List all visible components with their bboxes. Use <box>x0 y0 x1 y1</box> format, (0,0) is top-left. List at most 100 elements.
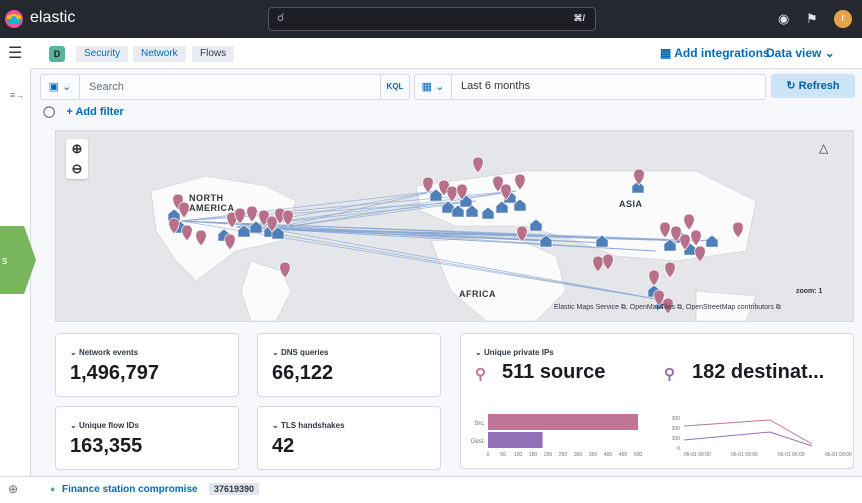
network-events-card: ⌄ Network events 1,496,797 <box>55 333 239 397</box>
timeline-count-badge: 37619390 <box>209 483 260 495</box>
dns-queries-value: 66,122 <box>272 362 334 384</box>
help-icon[interactable]: ◉ <box>778 11 789 27</box>
bar-src[interactable] <box>488 414 638 430</box>
bar-x-tick: 350 <box>589 452 598 458</box>
breadcrumb-security[interactable]: Security <box>76 46 129 62</box>
warning-icon[interactable]: △ <box>819 141 828 155</box>
zoom-controls: ⊕ ⊖ <box>66 139 88 179</box>
bar-x-tick: 100 <box>514 452 523 458</box>
tls-handshakes-card: ⌄ TLS handshakes 42 <box>257 406 441 470</box>
news-feed-icon[interactable]: ⚑ <box>806 11 818 27</box>
bar-x-tick: 450 <box>619 452 628 458</box>
source-pin-marker[interactable] <box>592 255 604 273</box>
saved-query-icon[interactable]: ▣ ⌄ <box>41 75 80 99</box>
search-shortcut: ⌘/ <box>573 13 585 23</box>
integrations-icon: ▦ <box>660 46 672 60</box>
line-x-tick: 06-01 00:00 <box>684 452 711 458</box>
unique-flow-ids-title: Unique flow IDs <box>78 421 139 430</box>
search-icon: ☌ <box>277 12 285 24</box>
app-header: ☰ D Security Network Flows ▦ Add integra… <box>0 38 862 69</box>
unique-private-ips-label[interactable]: ⌄ Unique private IPs <box>475 348 554 357</box>
elastic-logo-icon[interactable] <box>4 9 24 29</box>
destination-pin-icon: ⚲ <box>664 366 675 383</box>
top-nav-bar: elastic ☌ ⌘/ ◉ ⚑ r <box>0 0 862 38</box>
expand-sidebar-icon[interactable]: ≡→ <box>10 90 24 100</box>
add-filter-button[interactable]: + Add filter <box>66 106 123 118</box>
line-x-tick: 06-01 03:00 <box>731 452 758 458</box>
side-callout-tab[interactable]: s <box>0 226 36 294</box>
source-pin-marker[interactable] <box>472 156 484 174</box>
ips-line-chart: 300 200 100 0 06-01 00:00 06-01 03:00 06-01 06… <box>672 416 852 458</box>
zoom-out-button[interactable]: ⊖ <box>66 159 88 179</box>
network-events-label[interactable]: ⌄ Network events <box>70 348 138 357</box>
date-range-text[interactable]: Last 6 months <box>461 80 530 92</box>
bar-category-label: Dest. <box>471 439 485 445</box>
refresh-icon: ↻ <box>786 80 796 92</box>
bar-x-tick: 500 <box>634 452 643 458</box>
timeline-title[interactable]: Finance station compromise <box>62 484 198 495</box>
filter-icon[interactable]: ◯ <box>43 106 55 118</box>
line-series-source[interactable] <box>683 419 813 445</box>
data-view-button[interactable]: Data view ⌄ <box>766 46 835 60</box>
map-canvas[interactable] <box>56 131 853 321</box>
search-input[interactable] <box>87 78 371 96</box>
dns-queries-title: DNS queries <box>280 348 329 357</box>
line-y-tick: 0 <box>677 446 680 452</box>
user-avatar[interactable]: r <box>834 10 852 28</box>
dns-queries-label[interactable]: ⌄ DNS queries <box>272 348 329 357</box>
add-integrations-label: Add integrations <box>674 46 770 60</box>
bar-x-tick: 300 <box>574 452 583 458</box>
query-bar: ▣ ⌄ KQL <box>40 74 410 100</box>
dns-queries-card: ⌄ DNS queries 66,122 <box>257 333 441 397</box>
add-integrations-button[interactable]: ▦ Add integrations <box>660 46 770 60</box>
line-x-tick: 06-01 09:00 <box>825 452 852 458</box>
timeline-bar: ⊕ ● Finance station compromise 37619390 <box>0 476 862 503</box>
date-picker[interactable]: ▦ ⌄ Last 6 months <box>414 74 766 100</box>
bar-x-tick: 0 <box>487 452 490 458</box>
tls-handshakes-value: 42 <box>272 435 295 457</box>
side-tab-label: s <box>2 255 8 267</box>
chevron-down-icon: ⌄ <box>824 46 835 60</box>
zoom-level: zoom: 1 <box>796 288 823 295</box>
source-pin-marker[interactable] <box>602 253 614 271</box>
unique-flow-ids-card: ⌄ Unique flow IDs 163,355 <box>55 406 239 470</box>
unique-flow-ids-label[interactable]: ⌄ Unique flow IDs <box>70 421 139 430</box>
line-y-tick: 300 <box>672 416 681 422</box>
brand-name[interactable]: elastic <box>30 9 75 27</box>
line-y-tick: 200 <box>672 426 681 432</box>
kql-toggle[interactable]: KQL <box>380 75 409 99</box>
bar-x-tick: 400 <box>604 452 613 458</box>
line-series-destination[interactable] <box>683 431 813 447</box>
calendar-icon[interactable]: ▦ ⌄ <box>415 75 452 99</box>
source-pin-icon: ⚲ <box>475 366 486 383</box>
unique-flow-ids-value: 163,355 <box>70 435 143 457</box>
space-badge[interactable]: D <box>49 46 65 62</box>
filter-row: ◯ + Add filter <box>43 105 124 118</box>
breadcrumb-network[interactable]: Network <box>133 46 186 62</box>
destination-ips-value: 182 destinat... <box>692 361 825 383</box>
breadcrumb-flows: Flows <box>192 46 235 62</box>
add-timeline-icon[interactable]: ⊕ <box>8 482 18 496</box>
bar-x-tick: 200 <box>544 452 553 458</box>
line-y-tick: 100 <box>672 436 681 442</box>
bar-x-tick: 250 <box>559 452 568 458</box>
network-events-value: 1,496,797 <box>70 362 159 384</box>
data-view-label: Data view <box>766 46 822 60</box>
ips-bar-chart: Src. Dest. 0 50 100 150 200 250 300 350 400 450 500 <box>471 414 643 458</box>
refresh-button[interactable]: ↻ Refresh <box>771 74 855 98</box>
map-attribution[interactable]: Elastic Maps Service ⧉, OpenMapTiles ⧉, … <box>554 304 781 312</box>
source-pin-marker[interactable] <box>694 245 706 263</box>
source-pin-marker[interactable] <box>648 269 660 287</box>
refresh-label: Refresh <box>798 80 840 92</box>
source-pin-marker[interactable] <box>664 261 676 279</box>
source-ips-value: 511 source <box>502 361 606 383</box>
unique-private-ips-title: Unique private IPs <box>483 348 554 357</box>
global-search-input[interactable]: ☌ ⌘/ <box>268 7 596 31</box>
tls-handshakes-label[interactable]: ⌄ TLS handshakes <box>272 421 345 430</box>
menu-icon[interactable]: ☰ <box>8 43 22 63</box>
label-asia: ASIA <box>619 199 643 209</box>
zoom-in-button[interactable]: ⊕ <box>66 139 88 159</box>
bar-dest[interactable] <box>488 432 543 448</box>
network-map[interactable]: ⊕ ⊖ △ NORTH AMERICA ASIA AFRICA zoom: 1 … <box>55 130 854 322</box>
tls-handshakes-title: TLS handshakes <box>280 421 345 430</box>
